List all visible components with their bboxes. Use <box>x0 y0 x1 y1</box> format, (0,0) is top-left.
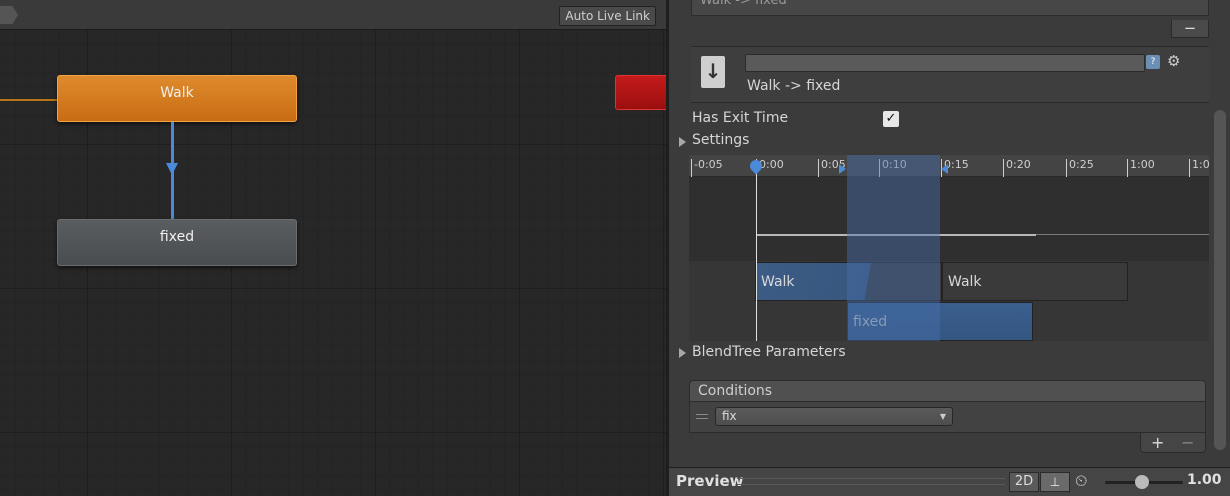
preview-2d-toggle[interactable]: 2D <box>1009 472 1039 492</box>
timeline-tick: 1:05 <box>1189 159 1209 177</box>
chevron-down-icon: ▼ <box>939 412 946 421</box>
preview-title: Preview <box>676 472 744 490</box>
state-node-exit[interactable] <box>615 75 666 110</box>
transition-overlap-region[interactable] <box>847 155 940 341</box>
solo-mute-icons[interactable] <box>1128 0 1178 10</box>
timeline-tick: 0:20 <box>1003 159 1031 177</box>
breadcrumb-arrow-icon[interactable] <box>0 6 18 24</box>
transition-icon <box>701 56 725 88</box>
timeline-playhead[interactable] <box>756 165 757 341</box>
preview-drag-grip[interactable] <box>737 478 1005 485</box>
blendtree-parameters-foldout[interactable]: BlendTree Parameters <box>692 344 846 360</box>
drag-handle-icon[interactable] <box>696 414 708 419</box>
blendtree-foldout-arrow-icon[interactable] <box>679 348 686 358</box>
transition-curve-tail <box>1036 234 1209 235</box>
playback-speed-icon: ⏲ <box>1075 471 1088 490</box>
has-exit-time-label: Has Exit Time <box>692 110 789 126</box>
auto-live-link-button[interactable]: Auto Live Link <box>559 6 656 26</box>
state-node-walk[interactable]: Walk <box>57 75 297 122</box>
remove-condition-button[interactable]: − <box>1181 433 1194 452</box>
settings-foldout-arrow-icon[interactable] <box>679 137 686 147</box>
conditions-footer: + − <box>1140 433 1206 453</box>
conditions-list: fix ▼ <box>689 402 1206 433</box>
remove-transition-button[interactable]: − <box>1171 20 1209 38</box>
transition-list-label: Walk -> fixed <box>700 0 787 8</box>
timeline-tick: 0:25 <box>1066 159 1094 177</box>
state-node-label: fixed <box>159 229 195 245</box>
transition-end-marker-icon[interactable] <box>941 164 948 174</box>
condition-parameter-value: fix <box>722 409 737 423</box>
animator-graph[interactable]: Auto Live Link Walk fixed <box>0 0 666 496</box>
graph-toolbar: Auto Live Link <box>0 0 666 30</box>
has-exit-time-checkbox[interactable]: ✓ <box>883 111 899 127</box>
timeline-tick: 1:00 <box>1127 159 1155 177</box>
conditions-header: Conditions <box>689 380 1206 402</box>
transition-header: ? ⚙ Walk -> fixed <box>691 47 1209 103</box>
transition-timeline[interactable]: -0:05 0:00 0:05 0:10 0:15 0:20 0:25 1:00… <box>689 155 1209 341</box>
add-condition-button[interactable]: + <box>1151 433 1164 452</box>
playback-speed-value: 1.00 <box>1187 472 1222 488</box>
playback-speed-slider-handle[interactable] <box>1135 475 1149 489</box>
condition-parameter-dropdown[interactable]: fix ▼ <box>715 407 953 426</box>
entry-transition-line[interactable] <box>0 99 57 101</box>
gear-icon[interactable]: ⚙ <box>1167 52 1180 70</box>
settings-foldout[interactable]: Settings <box>692 132 749 148</box>
clip-source-walk-loop[interactable]: Walk <box>942 262 1128 301</box>
timeline-curve-area <box>689 177 1209 261</box>
pivot-axis-icon[interactable]: ⊥ <box>1040 472 1070 492</box>
preview-toolbar: Preview 2D ⊥ ⏲ 1.00 <box>669 467 1230 496</box>
transition-arrow-icon[interactable] <box>166 163 178 175</box>
transition-list-row[interactable]: Walk -> fixed <box>691 0 1209 16</box>
timeline-tick: -0:05 <box>691 159 723 177</box>
inspector-panel: Walk -> fixed − ? ⚙ Walk -> fixed Has Ex… <box>666 0 1230 496</box>
state-node-label: Walk <box>160 85 194 101</box>
state-node-fixed[interactable]: fixed <box>57 219 297 266</box>
inspector-scrollbar[interactable] <box>1214 110 1226 450</box>
transition-start-marker-icon[interactable] <box>839 164 846 174</box>
help-book-icon[interactable]: ? <box>1146 55 1160 69</box>
transition-title: Walk -> fixed <box>747 78 841 94</box>
transition-name-input[interactable] <box>745 54 1145 72</box>
timeline-ruler[interactable]: -0:05 0:00 0:05 0:10 0:15 0:20 0:25 1:00… <box>689 155 1209 177</box>
